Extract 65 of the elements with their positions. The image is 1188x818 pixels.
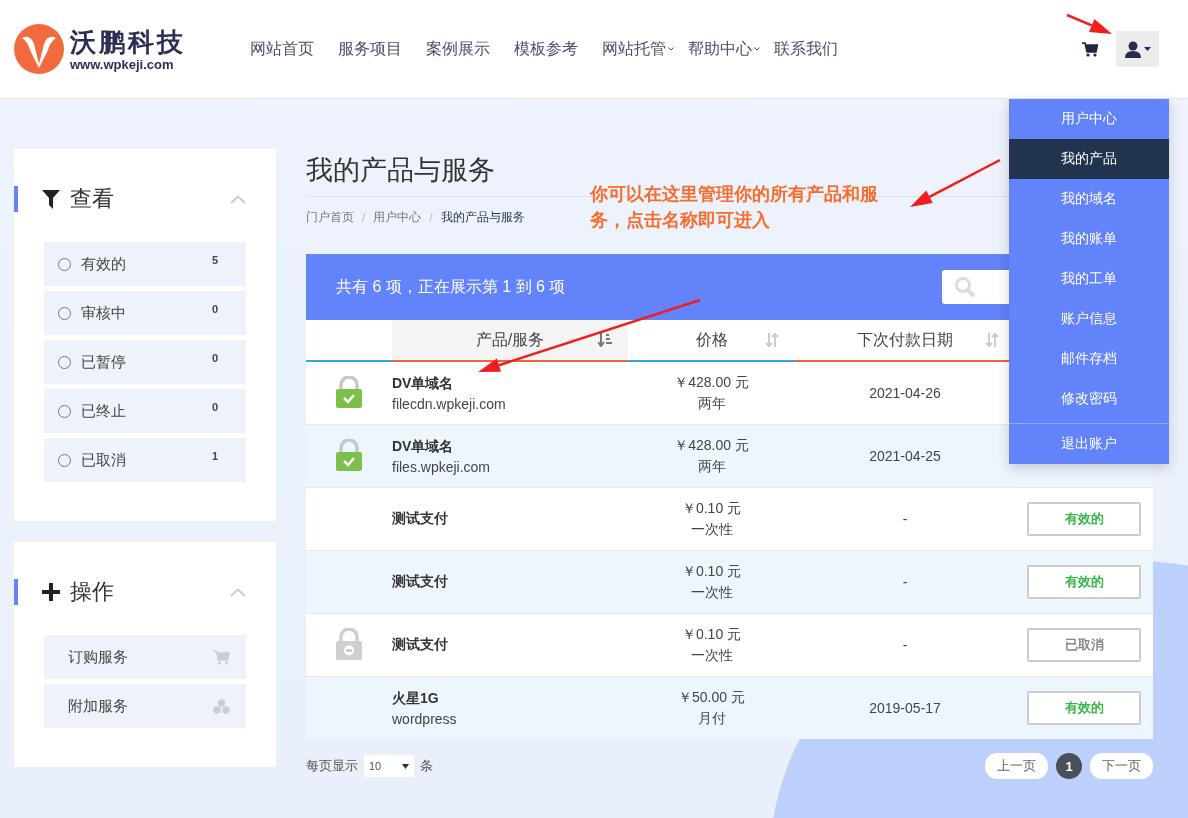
status-button[interactable]: 已取消 [1027,628,1141,662]
previous-page-button[interactable]: 上一页 [985,753,1048,779]
breadcrumb-current: 我的产品与服务 [440,209,525,226]
product-name-link[interactable]: 测试支付 [392,636,628,654]
price-text: ￥428.00 元 [673,373,750,392]
billing-cycle: 一次性 [689,520,734,539]
column-header[interactable]: 价格 [628,320,795,361]
annotation-text: 你可以在这里管理你的所有产品和服务，点击名称即可进入 [590,183,879,232]
filter-option[interactable]: 审核中 0 [44,291,246,335]
nav-link[interactable]: 网站首页 [250,38,314,60]
nav-link[interactable]: 网站托管 [602,38,674,60]
count-label: 5 [211,254,218,266]
breadcrumb-separator: / [429,210,433,225]
nav-link[interactable]: 帮助中心 [688,38,760,60]
count-label: 0 [211,352,218,364]
price-text: ￥50.00 元 [677,688,746,707]
nav-link[interactable]: 案例展示 [426,38,490,60]
next-page-button[interactable]: 下一页 [1090,753,1153,779]
menu-item[interactable]: 我的产品 [1009,139,1169,179]
logo-url: www.wpkeji.com [70,56,175,72]
due-date: - [902,574,908,590]
column-header[interactable]: 产品/服务 [392,320,628,361]
per-page-unit: 条 [420,757,433,775]
billing-cycle: 两年 [696,394,727,413]
product-domain: wordpress [392,710,458,727]
due-date: 2019-05-17 [869,700,941,716]
filter-option[interactable]: 已暂停 0 [44,340,246,384]
product-name-link[interactable]: DV单域名 [392,437,628,456]
billing-cycle: 两年 [696,457,727,476]
billing-cycle: 一次性 [689,646,734,665]
nav-link[interactable]: 服务项目 [338,38,402,60]
per-page-select[interactable]: 10 [364,755,414,777]
summary-text: 共有 6 项，正在展示第 1 到 6 项 [336,276,566,297]
filter-option[interactable]: 有效的 5 [44,242,246,286]
nav-link[interactable]: 联系我们 [774,38,838,60]
action-link[interactable]: 附加服务 [44,684,246,728]
product-name-link[interactable]: 火星1G [392,689,628,708]
due-date: 2021-04-26 [869,385,941,401]
product-name-link[interactable]: DV单域名 [392,374,628,393]
price-text: ￥0.10 元 [680,625,743,644]
price-text: ￥0.10 元 [680,562,743,581]
product-domain: filecdn.wpkeji.com [392,395,507,412]
product-domain: files.wpkeji.com [392,458,492,475]
due-date: - [902,511,908,527]
due-date: 2021-04-25 [869,448,941,464]
logo-name[interactable]: 沃鹏科技 [70,26,186,57]
count-label: 0 [211,303,218,315]
per-page-label: 每页显示 [306,757,358,775]
panel-title: 操作 [70,578,114,606]
filter-option[interactable]: 已取消 1 [44,438,246,482]
product-name-link[interactable]: 测试支付 [392,510,628,528]
price-text: ￥428.00 元 [673,436,750,455]
panel-title: 查看 [70,185,114,213]
filter-option[interactable]: 已终止 0 [44,389,246,433]
billing-cycle: 一次性 [689,583,734,602]
count-label: 0 [211,401,218,413]
breadcrumb-link[interactable]: 门户首页 [306,209,354,226]
billing-cycle: 月付 [696,709,727,728]
price-text: ￥0.10 元 [680,499,743,518]
due-date: - [902,637,908,653]
count-label: 1 [211,450,218,462]
nav-link[interactable]: 模板参考 [514,38,578,60]
breadcrumb-link[interactable]: 用户中心 [373,209,422,226]
breadcrumb-separator: / [362,210,366,225]
action-link[interactable]: 订购服务 [44,635,246,679]
